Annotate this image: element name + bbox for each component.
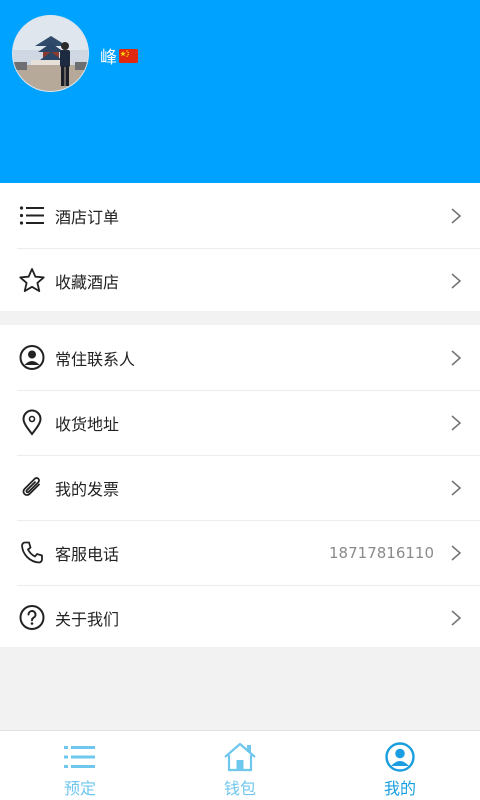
menu-item-invoices[interactable]: 我的发票 (0, 455, 480, 520)
username-text: 峰 (100, 47, 117, 68)
menu-item-label: 收藏酒店 (55, 272, 120, 292)
chevron-right-icon (451, 609, 462, 626)
tab-label: 钱包 (223, 779, 256, 798)
list-icon (63, 741, 97, 773)
bottom-tab-bar: 预定 钱包 我的 (0, 730, 480, 800)
phone-icon (18, 539, 45, 566)
menu-item-shipping-address[interactable]: 收货地址 (0, 390, 480, 455)
tab-mine[interactable]: 我的 (320, 731, 480, 800)
chevron-right-icon (451, 479, 462, 496)
tab-wallet[interactable]: 钱包 (160, 731, 320, 800)
menu-item-label: 常住联系人 (55, 349, 136, 369)
chevron-right-icon (451, 349, 462, 366)
service-phone-number: 18717816110 (329, 543, 434, 562)
menu-group-orders: 酒店订单 收藏酒店 (0, 183, 480, 311)
profile-header: 峰 (0, 0, 480, 183)
avatar[interactable] (12, 15, 89, 92)
tab-label: 预定 (63, 779, 96, 798)
tab-booking[interactable]: 预定 (0, 731, 160, 800)
question-circle-icon (18, 604, 45, 631)
menu-item-label: 我的发票 (55, 479, 120, 499)
star-icon (18, 267, 45, 294)
chevron-right-icon (451, 272, 462, 289)
house-icon (223, 741, 257, 773)
menu-item-label: 关于我们 (55, 609, 120, 629)
menu-item-label: 收货地址 (55, 414, 120, 434)
menu-item-label: 客服电话 (55, 544, 120, 564)
user-circle-icon (18, 344, 45, 371)
chevron-right-icon (451, 544, 462, 561)
menu-item-label: 酒店订单 (55, 207, 120, 227)
list-icon (18, 202, 45, 229)
menu-item-about-us[interactable]: 关于我们 (0, 585, 480, 650)
paperclip-icon (18, 474, 45, 501)
menu-item-customer-service[interactable]: 客服电话 18717816110 (0, 520, 480, 585)
chevron-right-icon (451, 414, 462, 431)
tab-label: 我的 (383, 779, 416, 798)
menu-group-account: 常住联系人 收货地址 我的发票 客服电话 18717816110 关于我们 (0, 325, 480, 647)
username: 峰 (100, 43, 138, 68)
user-circle-icon (383, 741, 417, 773)
china-flag-icon (119, 48, 138, 63)
menu-item-frequent-contacts[interactable]: 常住联系人 (0, 325, 480, 390)
chevron-right-icon (451, 207, 462, 224)
menu-item-favorite-hotels[interactable]: 收藏酒店 (0, 248, 480, 313)
location-pin-icon (18, 409, 45, 436)
menu-item-hotel-orders[interactable]: 酒店订单 (0, 183, 480, 248)
